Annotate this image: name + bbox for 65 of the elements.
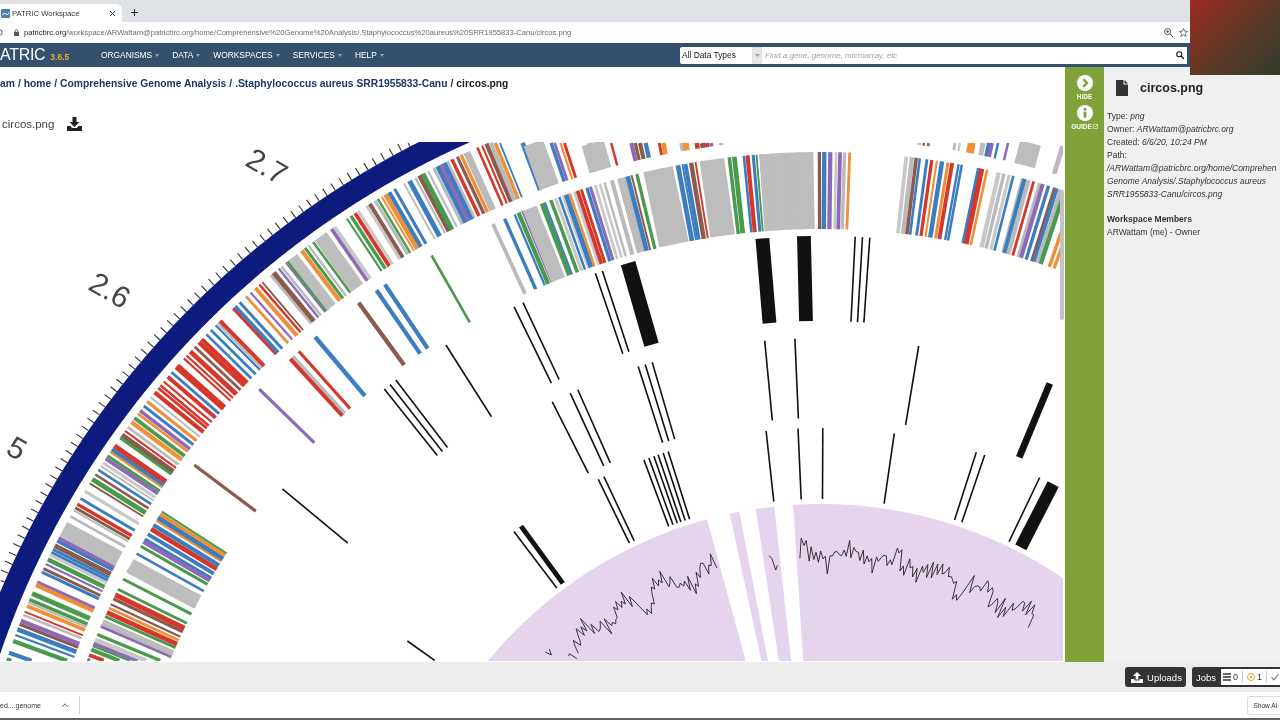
field-value: 6/6/20, 10:24 PM — [1142, 137, 1207, 147]
field-label: Type: — [1107, 111, 1128, 121]
path-value: SRR1955833-Canu/circos.png — [1107, 189, 1223, 199]
plus-icon[interactable] — [131, 9, 138, 16]
scale-label: 2.6 — [83, 265, 137, 315]
reload-icon[interactable] — [0, 29, 4, 36]
panel-title: circos.png — [1140, 81, 1204, 95]
breadcrumb-separator: / — [229, 77, 233, 89]
external-link-icon — [1092, 124, 1098, 129]
field-value: png — [1130, 111, 1145, 121]
section-heading: Workspace Members — [1107, 213, 1193, 226]
nav-menu-item[interactable]: DATA — [172, 50, 201, 60]
logo[interactable]: ATRIC — [0, 46, 46, 64]
nav-menu-item[interactable]: WORKSPACES — [213, 50, 280, 60]
breadcrumb-separator: / — [54, 77, 58, 89]
breadcrumb-separator: / — [450, 77, 454, 89]
member-entry: ARWattam (me) - Owner — [1107, 226, 1202, 239]
uploads-button[interactable]: Uploads — [1125, 667, 1186, 687]
version-label: 3.6.5 — [50, 52, 70, 62]
scrollbar[interactable] — [1060, 190, 1064, 320]
play-circle-icon — [1247, 673, 1255, 681]
field-label: Owner: — [1107, 124, 1135, 134]
caret-icon — [379, 53, 384, 57]
download-icon[interactable] — [67, 117, 83, 131]
zoom-icon[interactable] — [1164, 28, 1173, 37]
breadcrumb-link[interactable]: Comprehensive Genome Analysis — [60, 77, 227, 89]
search-button[interactable] — [1176, 46, 1187, 64]
breadcrumb-link[interactable]: am — [0, 77, 15, 89]
chevron-circle-icon — [1076, 75, 1093, 91]
scale-label: 5 — [1, 429, 33, 467]
data-type-dropdown[interactable]: All Data Types — [680, 46, 762, 64]
lock-icon — [14, 29, 19, 36]
caret-icon — [754, 53, 760, 57]
breadcrumb-link[interactable]: home — [23, 77, 52, 89]
list-icon — [1222, 673, 1231, 681]
file-icon — [1116, 80, 1128, 96]
breadcrumb-separator: / — [17, 77, 21, 89]
nav-menu-item[interactable]: SERVICES — [292, 50, 342, 60]
nav-menu-item[interactable]: HELP — [354, 50, 384, 60]
caret-icon — [196, 53, 201, 57]
chevron-up-icon[interactable] — [61, 703, 68, 707]
close-icon[interactable] — [110, 10, 115, 16]
site-icon — [1, 8, 10, 18]
info-icon — [1076, 105, 1093, 121]
search-field[interactable]: Find a gene, genome, microarray, etc — [762, 46, 1176, 64]
field-label: Created: — [1107, 137, 1140, 147]
breadcrumb-link[interactable]: .Staphylococcus aureus SRR1955833-Canu — [235, 77, 448, 89]
upload-icon — [1131, 671, 1144, 683]
caret-icon — [275, 53, 280, 57]
file-name: circos.png — [2, 118, 55, 130]
nav-menu-item[interactable]: ORGANISMS — [101, 50, 160, 60]
scale-label: 2.7 — [240, 142, 294, 191]
jobs-button[interactable]: Jobs 0 1 — [1191, 667, 1280, 687]
field-label: Path: — [1107, 150, 1127, 160]
path-value: /ARWattam@patricbrc.org/home/Comprehen — [1107, 163, 1277, 173]
check-icon — [1271, 673, 1279, 681]
breadcrumb-current: circos.png — [456, 77, 509, 89]
field-value: ARWattam@patricbrc.org — [1136, 124, 1234, 134]
caret-icon — [337, 53, 342, 57]
search-icon — [1176, 51, 1184, 59]
star-icon[interactable] — [1179, 28, 1188, 37]
running-count: 1 — [1257, 672, 1262, 682]
queued-count: 0 — [1232, 672, 1238, 682]
path-value: Genome Analysis/.Staphylococcus aureus — [1107, 176, 1266, 186]
caret-icon — [155, 53, 160, 57]
